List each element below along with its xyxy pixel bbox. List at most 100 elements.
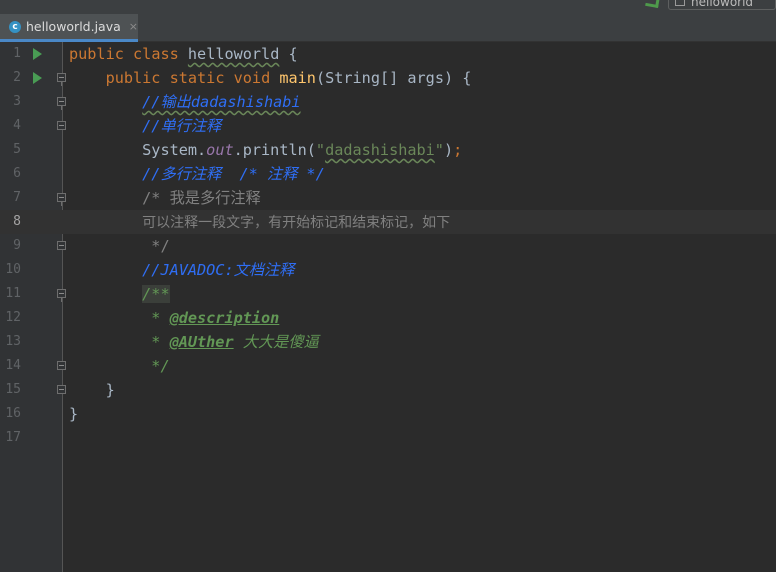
line-number: 13: [5, 334, 21, 349]
code-text: }: [69, 378, 115, 402]
tab-helloworld-java[interactable]: c helloworld.java ×: [0, 14, 138, 42]
block-comment: 可以注释一段文字，有开始标记和结束标记，如下: [142, 215, 451, 231]
line-number: 3: [13, 94, 21, 109]
brace: {: [279, 45, 298, 63]
method-call: .println(: [233, 141, 316, 159]
brace: }: [69, 405, 79, 423]
block-comment: /* 我是多行注释: [142, 189, 261, 207]
top-toolbar: helloworld: [0, 0, 776, 14]
fold-marker-icon[interactable]: [57, 97, 66, 110]
code-text: System.out.println("dadashishabi");: [69, 138, 462, 162]
fold-marker-icon[interactable]: [57, 289, 66, 302]
code-text: //多行注释 /* 注释 */: [69, 162, 325, 186]
code-line-current[interactable]: 8 可以注释一段文字，有开始标记和结束标记，如下: [0, 210, 776, 234]
static-field: out: [206, 141, 234, 159]
code-line[interactable]: 9 */: [0, 234, 776, 258]
line-comment: //JAVADOC:文档注释: [142, 261, 295, 279]
code-line[interactable]: 2 public static void main(String[] args)…: [0, 66, 776, 90]
line-number: 5: [13, 142, 21, 157]
run-configuration-label: helloworld: [691, 0, 754, 9]
code-line[interactable]: 11 /**: [0, 282, 776, 306]
method-signature: (String[] args) {: [315, 69, 472, 87]
code-line[interactable]: 15 }: [0, 378, 776, 402]
fold-marker-icon[interactable]: [57, 121, 66, 130]
code-line[interactable]: 10 //JAVADOC:文档注释: [0, 258, 776, 282]
line-number: 4: [13, 118, 21, 133]
run-configuration-selector[interactable]: helloworld: [668, 0, 776, 10]
line-comment: //多行注释 /* 注释 */: [142, 165, 325, 183]
block-comment: */: [142, 237, 170, 255]
code-lines: 1 public class helloworld { 2 public sta…: [0, 42, 776, 572]
code-line[interactable]: 4 //单行注释: [0, 114, 776, 138]
line-comment: //单行注释: [142, 117, 222, 135]
string-literal: dadashishabi: [325, 141, 435, 159]
code-line[interactable]: 6 //多行注释 /* 注释 */: [0, 162, 776, 186]
javadoc-text: 大大是傻逼: [233, 333, 319, 351]
paren: ): [443, 141, 454, 159]
fold-marker-icon[interactable]: [57, 73, 66, 86]
line-number: 9: [13, 238, 21, 253]
javadoc-close: */: [142, 357, 170, 375]
javadoc-open: /**: [142, 285, 170, 303]
code-text: /**: [69, 282, 170, 306]
javadoc-star: *: [142, 333, 170, 351]
code-line[interactable]: 16 }: [0, 402, 776, 426]
code-line[interactable]: 7 /* 我是多行注释: [0, 186, 776, 210]
class-reference: System.: [142, 141, 207, 159]
application-icon: [675, 0, 685, 6]
keyword: public: [105, 69, 161, 87]
code-line[interactable]: 17: [0, 426, 776, 450]
keyword: void: [233, 69, 271, 87]
brace: }: [105, 381, 115, 399]
code-text: /* 我是多行注释: [69, 186, 261, 210]
code-text: public class helloworld {: [69, 42, 298, 66]
line-number: 11: [5, 286, 21, 301]
line-number: 6: [13, 166, 21, 181]
keyword: public: [69, 45, 124, 63]
editor-tab-bar: c helloworld.java ×: [0, 14, 776, 42]
code-text: public static void main(String[] args) {: [69, 66, 472, 90]
java-class-icon: c: [9, 20, 21, 33]
code-text: */: [69, 354, 170, 378]
code-text: //单行注释: [69, 114, 221, 138]
fold-marker-icon[interactable]: [57, 361, 66, 370]
code-text: * @description: [69, 306, 279, 330]
fold-marker-icon[interactable]: [57, 385, 66, 394]
code-line[interactable]: 1 public class helloworld {: [0, 42, 776, 66]
code-line[interactable]: 3 //输出dadashishabi: [0, 90, 776, 114]
line-comment: //输出dadashishabi: [142, 93, 301, 111]
run-class-icon[interactable]: [33, 48, 42, 60]
line-number: 7: [13, 190, 21, 205]
build-icon[interactable]: [645, 0, 660, 9]
fold-marker-icon[interactable]: [57, 241, 66, 250]
code-line[interactable]: 12 * @description: [0, 306, 776, 330]
code-line[interactable]: 14 */: [0, 354, 776, 378]
line-number: 14: [5, 358, 21, 373]
javadoc-tag: @description: [169, 309, 280, 327]
javadoc-tag: @AUther: [169, 333, 234, 351]
run-method-icon[interactable]: [33, 72, 42, 84]
code-text: 可以注释一段文字，有开始标记和结束标记，如下: [69, 210, 450, 235]
code-text: */: [69, 234, 170, 258]
code-text: //JAVADOC:文档注释: [69, 258, 294, 282]
code-line[interactable]: 13 * @AUther 大大是傻逼: [0, 330, 776, 354]
code-line[interactable]: 5 System.out.println("dadashishabi");: [0, 138, 776, 162]
line-number: 10: [5, 262, 21, 277]
fold-marker-icon[interactable]: [57, 193, 66, 206]
string-quote: ": [434, 141, 444, 159]
line-number: 12: [5, 310, 21, 325]
javadoc-star: *: [142, 309, 170, 327]
semicolon: ;: [453, 141, 463, 159]
method-name: main: [279, 69, 316, 87]
line-number: 16: [5, 406, 21, 421]
line-number: 15: [5, 382, 21, 397]
close-tab-icon[interactable]: ×: [129, 20, 138, 33]
keyword: static: [169, 69, 225, 87]
tab-title: helloworld.java: [25, 19, 121, 34]
line-number: 1: [13, 46, 21, 61]
string-quote: ": [315, 141, 326, 159]
line-number: 17: [5, 430, 21, 445]
class-name: helloworld: [187, 45, 280, 63]
code-text: //输出dadashishabi: [69, 90, 301, 114]
code-text: }: [69, 402, 78, 426]
